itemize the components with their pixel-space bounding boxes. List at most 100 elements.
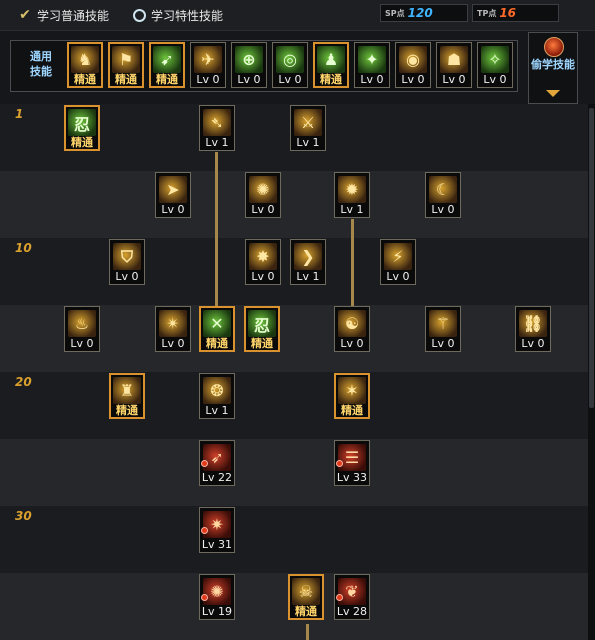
- common-skills-label: 通用技能: [30, 50, 52, 78]
- fire-dragon-icon: ✺: [203, 578, 231, 605]
- awakening-dot-icon: [201, 527, 208, 534]
- tree-skill[interactable]: ❯ Lv 1: [290, 239, 326, 285]
- tab-learn-normal-skills[interactable]: ✔ 学习普通技能: [18, 5, 109, 25]
- common-skill-6[interactable]: ◎ Lv 0: [272, 42, 308, 88]
- awakening-dot-icon: [201, 594, 208, 601]
- shield-icon: ⛉: [113, 243, 141, 270]
- dancer-icon: ☯: [338, 310, 366, 337]
- tree-skill[interactable]: ⛉ Lv 0: [109, 239, 145, 285]
- awakening-dot-icon: [336, 460, 343, 467]
- flames-icon: ✶: [338, 377, 366, 404]
- warrior-icon: ☗: [440, 46, 468, 73]
- tree-skill[interactable]: ❂ Lv 1: [199, 373, 235, 419]
- tree-skill[interactable]: ✹ Lv 1: [334, 172, 370, 218]
- scrollbar[interactable]: [588, 104, 595, 640]
- explosion-icon: ✸: [249, 243, 277, 270]
- awakening-dot-icon: [336, 594, 343, 601]
- level-marker-20: 20: [15, 375, 32, 389]
- tree-skill[interactable]: ✷ Lv 31: [199, 507, 235, 553]
- expand-arrow-icon[interactable]: [546, 90, 560, 97]
- tp-value: 16: [499, 6, 517, 20]
- cross-blades-icon: ✕: [203, 310, 231, 337]
- fireball-icon: ✺: [249, 176, 277, 203]
- common-skill-1[interactable]: ♞ 精通: [67, 42, 103, 88]
- common-skill-8[interactable]: ✦ Lv 0: [354, 42, 390, 88]
- dash-icon: ➤: [159, 176, 187, 203]
- tree-skill[interactable]: ⚔ Lv 1: [290, 105, 326, 151]
- tree-skill[interactable]: ☾ Lv 0: [425, 172, 461, 218]
- level-marker-10: 10: [15, 241, 32, 255]
- dagger-icon: ⚔: [294, 109, 322, 136]
- tree-skill[interactable]: ➤ Lv 0: [155, 172, 191, 218]
- sp-value: 120: [407, 6, 433, 20]
- scrollbar-thumb[interactable]: [589, 108, 594, 408]
- tree-skill[interactable]: ♜ 精通: [109, 373, 145, 419]
- vortex-icon: ❂: [203, 377, 231, 404]
- tp-points-display: TP点 16: [472, 4, 559, 22]
- climb-icon: ⚑: [112, 46, 140, 73]
- tree-skill[interactable]: ✺ Lv 0: [245, 172, 281, 218]
- top-bar: ✔ 学习普通技能 学习特性技能 SP点 120 TP点 16: [0, 0, 595, 31]
- sprint-icon: ➹: [153, 46, 181, 73]
- tree-skill[interactable]: ➶ Lv 22: [199, 440, 235, 486]
- tree-skill[interactable]: ☠ 精通: [288, 574, 324, 620]
- figure-icon: ♟: [317, 46, 345, 73]
- common-skill-3[interactable]: ➹ 精通: [149, 42, 185, 88]
- tree-skill[interactable]: ⛓ Lv 0: [515, 306, 551, 352]
- skill-tree: 1 10 20 30: [0, 104, 595, 640]
- tree-skill[interactable]: ✴ Lv 0: [155, 306, 191, 352]
- tree-row: [0, 439, 588, 506]
- flame-blade-icon: ✷: [203, 511, 231, 538]
- chain-icon: ⛓: [519, 310, 547, 337]
- awakening-dot-icon: [201, 460, 208, 467]
- runner-icon: ♞: [71, 46, 99, 73]
- meditate-icon: ✦: [358, 46, 386, 73]
- crosshair-icon: ⊕: [235, 46, 263, 73]
- prerequisite-line: [351, 219, 354, 306]
- spiral-icon: ◉: [399, 46, 427, 73]
- pillar-icon: ♜: [113, 377, 141, 404]
- tree-skill[interactable]: 忍精通: [64, 105, 100, 151]
- tab-label: 学习普通技能: [37, 8, 110, 23]
- level-marker-30: 30: [15, 509, 32, 523]
- prerequisite-line: [215, 152, 218, 306]
- tree-skill[interactable]: ✕ 精通: [199, 306, 235, 352]
- tree-row: 20: [0, 372, 588, 439]
- tree-row: [0, 171, 588, 238]
- sp-points-display: SP点 120: [380, 4, 468, 22]
- checkmark-icon: ✔: [19, 7, 31, 23]
- stolen-skills-label: 偷学技能: [531, 58, 575, 71]
- tree-skill[interactable]: ♨ Lv 0: [64, 306, 100, 352]
- common-skill-7[interactable]: ♟ 精通: [313, 42, 349, 88]
- tree-skill[interactable]: ✺ Lv 19: [199, 574, 235, 620]
- target-icon: ◎: [276, 46, 304, 73]
- sp-label: SP点: [385, 8, 405, 18]
- spear-icon: ➶: [203, 444, 231, 471]
- common-skill-11[interactable]: ✧ Lv 0: [477, 42, 513, 88]
- common-skill-2[interactable]: ⚑ 精通: [108, 42, 144, 88]
- crescent-icon: ☾: [429, 176, 457, 203]
- scroll-icon: 忍: [68, 109, 96, 136]
- spike-icon: ✴: [159, 310, 187, 337]
- flame-icon: ✹: [338, 176, 366, 203]
- tree-skill[interactable]: ➴ Lv 1: [199, 105, 235, 151]
- tab-learn-special-skills[interactable]: 学习特性技能: [132, 5, 223, 25]
- wolf-icon: ☠: [292, 578, 320, 605]
- tree-skill[interactable]: ☰ Lv 33: [334, 440, 370, 486]
- tab-label: 学习特性技能: [151, 8, 224, 23]
- tree-skill[interactable]: ✶ 精通: [334, 373, 370, 419]
- common-skill-10[interactable]: ☗ Lv 0: [436, 42, 472, 88]
- fire-icon: ♨: [68, 310, 96, 337]
- tree-skill[interactable]: ❦ Lv 28: [334, 574, 370, 620]
- stolen-skills-button[interactable]: 偷学技能: [528, 32, 578, 104]
- common-skill-4[interactable]: ✈ Lv 0: [190, 42, 226, 88]
- common-skill-5[interactable]: ⊕ Lv 0: [231, 42, 267, 88]
- tree-skill[interactable]: ⚡ Lv 0: [380, 239, 416, 285]
- ninja-sigil-icon: 忍: [248, 310, 276, 337]
- common-skill-9[interactable]: ◉ Lv 0: [395, 42, 431, 88]
- tree-skill[interactable]: ✸ Lv 0: [245, 239, 281, 285]
- slash-icon: ❯: [294, 243, 322, 270]
- tree-skill[interactable]: ⚚ Lv 0: [425, 306, 461, 352]
- tree-skill[interactable]: ☯ Lv 0: [334, 306, 370, 352]
- tree-skill[interactable]: 忍精通: [244, 306, 280, 352]
